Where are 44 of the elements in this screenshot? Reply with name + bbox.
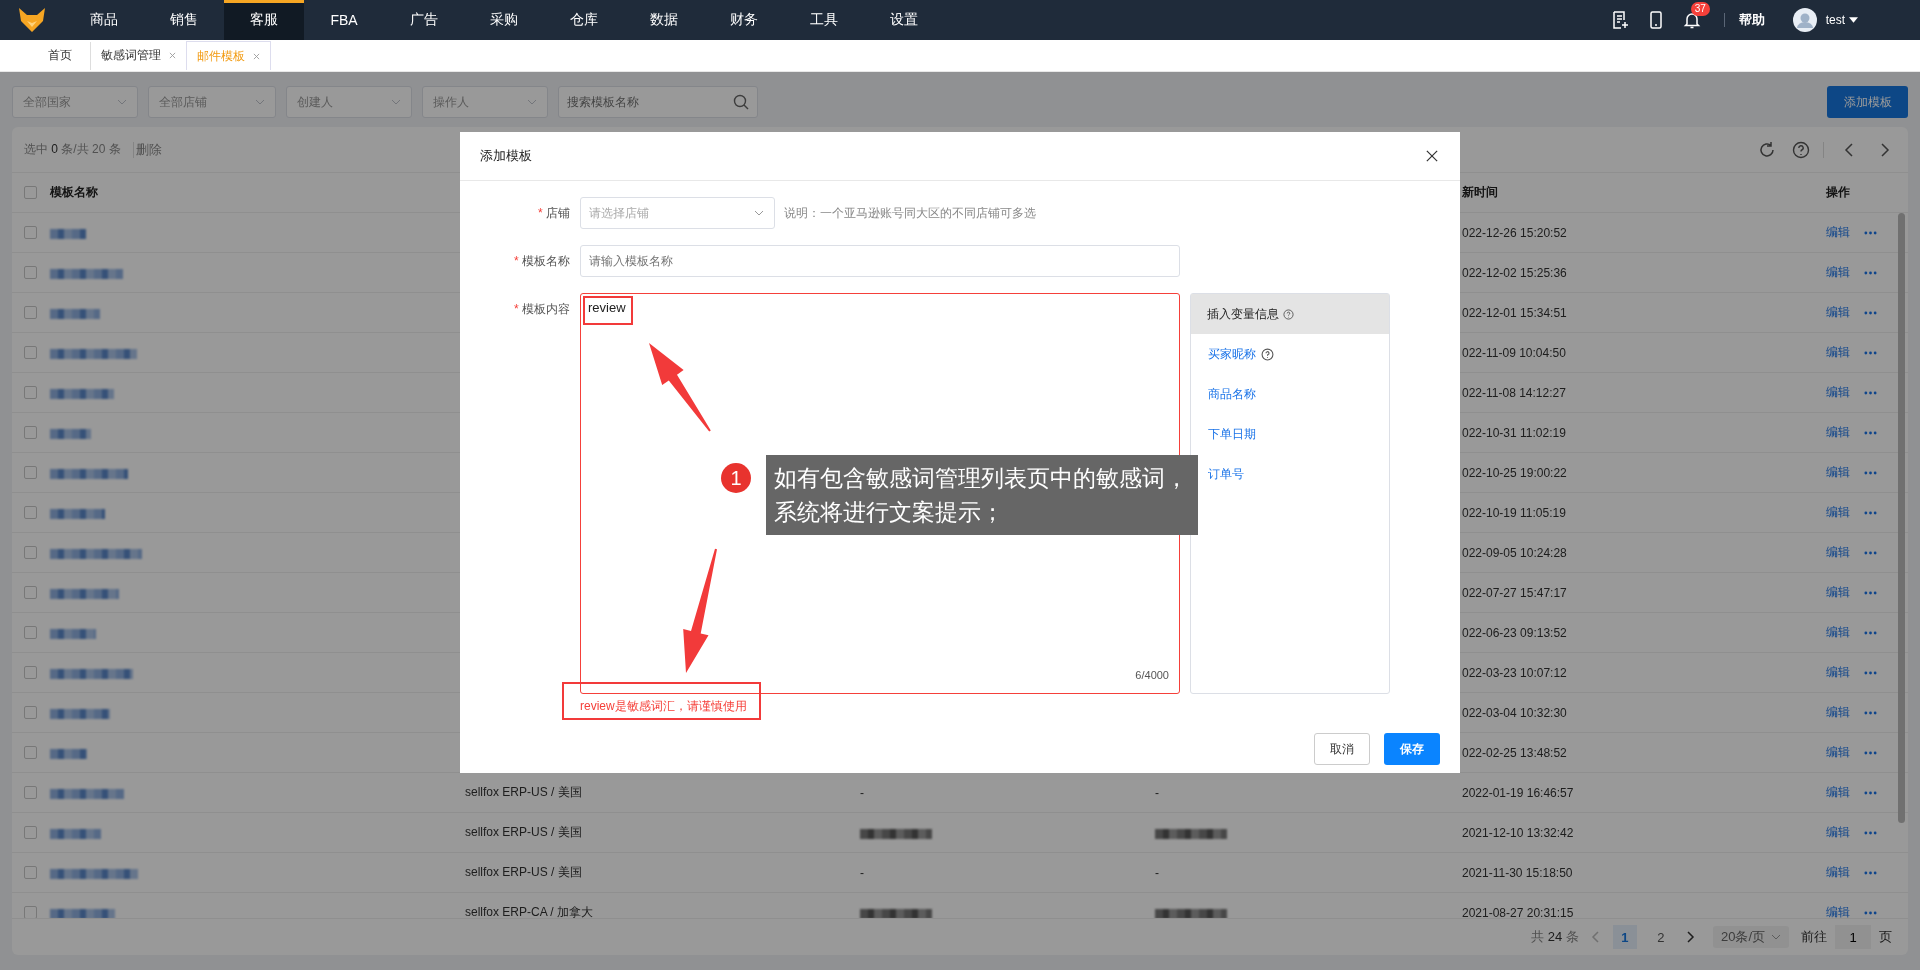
table-cell-text: 2022-01-19 16:46:57 xyxy=(1462,785,1575,800)
table-cell-text: 022-06-23 09:13:52 xyxy=(1462,625,1568,640)
column-header: 操作 xyxy=(1826,184,1851,201)
table-cell-text: 022-12-01 15:34:51 xyxy=(1462,305,1568,320)
table-cell: sellfox ERP-US / 美国 xyxy=(465,785,582,799)
table-cell-text: 022-03-04 10:32:30 xyxy=(1462,705,1568,720)
table-cell: sellfox ERP-US / 美国 xyxy=(465,865,582,879)
table-cell-text: 2021-08-27 20:31:15 xyxy=(1462,905,1575,918)
table-cell-text: 022-12-26 15:20:52 xyxy=(1462,225,1568,240)
page-unit: 页 xyxy=(1879,928,1892,946)
panel-title: 插入变量信息 xyxy=(1207,305,1279,323)
table-cell: - xyxy=(1155,786,1159,800)
field-note: 说明：一个亚马逊账号同大区的不同店铺可多选 xyxy=(784,204,1036,222)
selection-summary: 选中 0 条/共 20 条 xyxy=(24,141,121,158)
table-cell: - xyxy=(860,786,864,800)
goto-label: 前往 xyxy=(1801,928,1827,946)
table-cell: - xyxy=(860,866,864,880)
field-value: review xyxy=(588,300,626,315)
dialog-title: 添加模板 xyxy=(480,147,532,165)
table-cell-text: 022-12-02 15:25:36 xyxy=(1462,265,1568,280)
table-cell-text: 2021-12-10 13:32:42 xyxy=(1462,825,1575,840)
table-cell-text: 022-11-09 10:04:50 xyxy=(1462,345,1567,360)
table-cell: sellfox ERP-US / 美国 xyxy=(465,825,582,839)
table-cell: - xyxy=(1155,866,1159,880)
field-label: * 店铺 xyxy=(537,204,570,222)
table-cell-text: 022-03-23 10:07:12 xyxy=(1462,665,1568,680)
notification-badge: 37 xyxy=(1690,2,1710,16)
table-cell-text: 022-07-27 15:47:17 xyxy=(1462,585,1568,600)
table-cell-text: 022-09-05 10:24:28 xyxy=(1462,545,1568,560)
table-cell: sellfox ERP-CA / 加拿大 xyxy=(465,905,594,918)
callout-text: 如有包含敏感词管理列表页中的敏感词，系统将进行文案提示； xyxy=(766,455,1198,535)
table-cell-text: 022-10-25 19:00:22 xyxy=(1462,465,1568,480)
table-cell-text: 022-10-19 11:05:19 xyxy=(1462,505,1567,520)
table-cell-text: 022-10-31 11:02:19 xyxy=(1462,425,1567,440)
character-counter: 6/4000 xyxy=(1135,669,1169,681)
total-count: 共 24 条 xyxy=(1531,928,1579,946)
table-cell-text: 2021-11-30 15:18:50 xyxy=(1462,865,1574,880)
column-header: 新时间 xyxy=(1462,184,1499,201)
error-message: review是敏感词汇，请谨慎使用 xyxy=(580,698,748,715)
table-cell-text: 022-11-08 14:12:27 xyxy=(1462,385,1567,400)
field-label: * 模板名称 xyxy=(513,252,570,270)
table-cell-text: 022-02-25 13:48:52 xyxy=(1462,745,1568,760)
field-label: * 模板内容 xyxy=(513,301,570,318)
column-header: 模板名称 xyxy=(50,184,99,201)
